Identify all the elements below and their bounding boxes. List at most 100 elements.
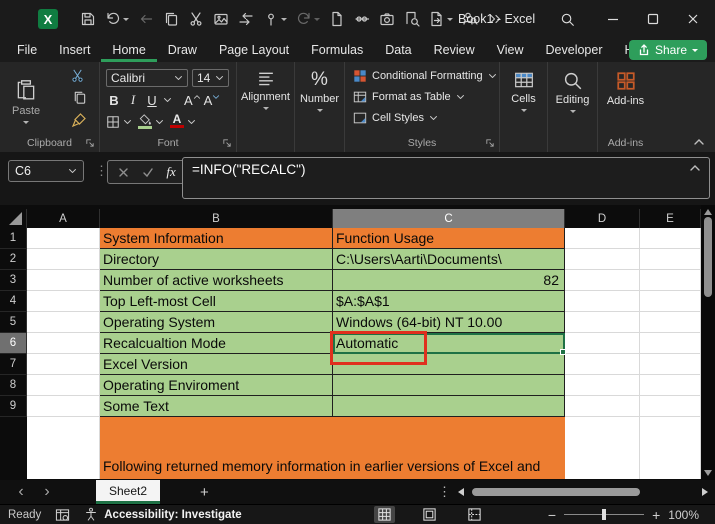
cell-B6[interactable]: Recalcualtion Mode [100,333,333,354]
cell-C4[interactable]: $A:$A$1 [333,291,565,312]
page-break-preview-icon[interactable] [464,506,485,523]
cell-C3[interactable]: 82 [333,270,565,291]
cut-icon[interactable] [188,11,204,27]
editing-button[interactable]: Editing [548,62,597,113]
italic-button[interactable]: I [125,91,141,109]
cell-E2[interactable] [640,249,701,270]
font-size-select[interactable]: 14 [192,69,229,87]
add-sheet-button[interactable]: + [200,484,209,501]
cancel-icon[interactable] [118,167,129,178]
minimize-button[interactable] [593,0,633,38]
scroll-up-icon[interactable] [704,209,712,215]
undo-icon[interactable] [105,11,129,27]
cell-C6-selected[interactable]: Automatic [333,333,565,354]
accessibility-icon[interactable] [84,507,98,522]
row-header-1[interactable]: 1 [0,228,27,249]
redo-icon[interactable] [296,11,320,27]
tab-draw[interactable]: Draw [157,38,208,62]
zoom-slider-thumb[interactable] [602,509,607,520]
copy-icon[interactable] [163,11,179,27]
row-header-4[interactable]: 4 [0,291,27,312]
tab-file[interactable]: File [6,38,48,62]
save-icon[interactable] [80,11,96,27]
column-header-D[interactable]: D [565,209,640,228]
font-color-button[interactable]: A [170,113,196,128]
tab-data[interactable]: Data [374,38,422,62]
insert-function-icon[interactable]: fx [166,164,175,180]
copy-button[interactable] [72,90,87,105]
tab-formulas[interactable]: Formulas [300,38,374,62]
column-header-A[interactable]: A [27,209,100,228]
increase-font-size-button[interactable]: A [184,91,201,109]
row-header-7[interactable]: 7 [0,354,27,375]
cell-A9[interactable] [27,396,100,417]
vertical-scrollbar[interactable] [701,205,715,480]
column-header-B[interactable]: B [100,209,333,228]
row-header-9[interactable]: 9 [0,396,27,417]
cell-B9[interactable]: Some Text [100,396,333,417]
alignment-button[interactable]: Alignment [237,62,294,110]
excel-logo-icon[interactable]: X [38,9,58,29]
cell-E8[interactable] [640,375,701,396]
row-header-6[interactable]: 6 [0,333,27,354]
merged-note-cell[interactable]: Following returned memory information in… [100,417,565,479]
borders-button[interactable] [106,115,132,129]
cell-B1[interactable]: System Information [100,228,333,249]
decrease-font-size-button[interactable]: A [204,91,221,109]
hscroll-right-icon[interactable] [702,488,708,496]
hscroll-left-icon[interactable] [458,488,464,496]
zoom-out-icon[interactable]: − [548,507,556,523]
row-header-2[interactable]: 2 [0,249,27,270]
cell-C2[interactable]: C:\Users\Aarti\Documents\ [333,249,565,270]
tab-home[interactable]: Home [101,38,156,62]
fill-color-button[interactable] [138,114,164,129]
cells-button[interactable]: Cells [500,62,547,112]
cell-D6[interactable] [565,333,640,354]
cell-D3[interactable] [565,270,640,291]
cell-A-below[interactable] [27,417,100,479]
cell-A4[interactable] [27,291,100,312]
macro-record-icon[interactable] [55,508,70,522]
zoom-slider[interactable] [564,509,645,520]
replace-icon[interactable] [238,11,254,27]
inspect-document-icon[interactable] [404,11,420,27]
cell-E6[interactable] [640,333,701,354]
maximize-button[interactable] [633,0,673,38]
cell-B5[interactable]: Operating System [100,312,333,333]
column-header-E[interactable]: E [640,209,701,228]
formula-input[interactable]: =INFO("RECALC") [182,157,710,199]
cell-B8[interactable]: Operating Enviroment [100,375,333,396]
format-painter-button[interactable] [71,112,87,128]
font-dialog-launcher-icon[interactable] [222,138,232,148]
chevron-down-icon[interactable] [163,97,172,103]
page-layout-view-icon[interactable] [419,506,440,523]
vertical-scroll-thumb[interactable] [704,217,712,297]
zoom-level[interactable]: 100% [668,508,699,522]
prev-sheet-icon[interactable]: ‹ [8,483,34,501]
cell-A6[interactable] [27,333,100,354]
name-box[interactable]: C6 [8,160,84,182]
font-name-select[interactable]: Calibri [106,69,188,87]
touch-mode-icon[interactable] [263,11,287,27]
enter-icon[interactable] [142,167,154,178]
tab-review[interactable]: Review [423,38,486,62]
cell-A3[interactable] [27,270,100,291]
cell-D8[interactable] [565,375,640,396]
column-header-C[interactable]: C [333,209,565,228]
cell-E5[interactable] [640,312,701,333]
horizontal-scroll-thumb[interactable] [472,488,640,496]
row-header-5[interactable]: 5 [0,312,27,333]
picture-icon[interactable] [213,11,229,27]
cell-E1[interactable] [640,228,701,249]
cell-E9[interactable] [640,396,701,417]
cell-A1[interactable] [27,228,100,249]
styles-dialog-launcher-icon[interactable] [485,138,495,148]
cell-B4[interactable]: Top Left-most Cell [100,291,333,312]
tab-view[interactable]: View [486,38,535,62]
format-as-table-button[interactable]: Format as Table [353,90,499,104]
addins-button[interactable]: Add-ins [598,62,653,107]
cell-D4[interactable] [565,291,640,312]
tab-insert[interactable]: Insert [48,38,101,62]
cell-D2[interactable] [565,249,640,270]
cell-E7[interactable] [640,354,701,375]
